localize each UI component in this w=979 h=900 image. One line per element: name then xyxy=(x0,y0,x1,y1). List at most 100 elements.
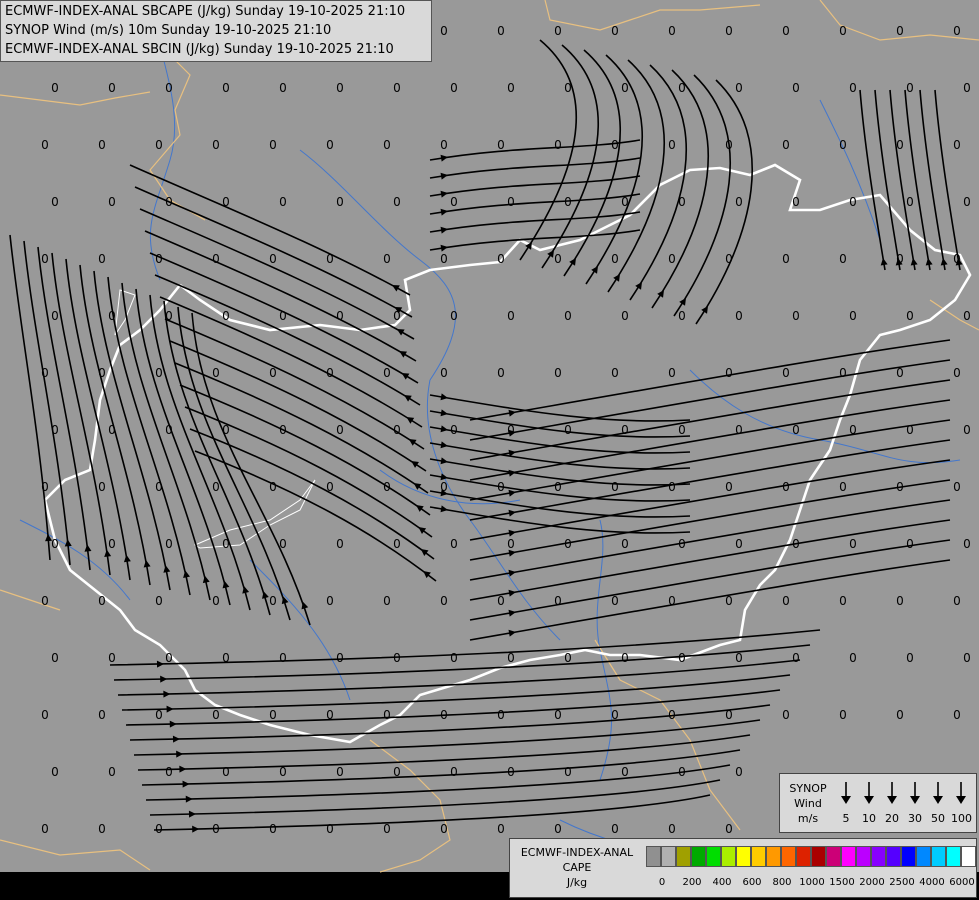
cape-value-label: 0 xyxy=(792,423,800,437)
cape-legend-tick: 1000 xyxy=(799,877,825,888)
cape-value-label: 0 xyxy=(906,309,914,323)
cape-value-label: 0 xyxy=(155,138,163,152)
cape-value-label: 0 xyxy=(611,708,619,722)
cape-value-label: 0 xyxy=(108,765,116,779)
cape-value-label: 0 xyxy=(668,594,676,608)
cape-value-label: 0 xyxy=(621,537,629,551)
cape-value-label: 0 xyxy=(564,81,572,95)
cape-value-label: 0 xyxy=(725,366,733,380)
cape-value-label: 0 xyxy=(611,822,619,836)
cape-value-label: 0 xyxy=(554,252,562,266)
cape-value-label: 0 xyxy=(497,480,505,494)
cape-value-label: 0 xyxy=(51,423,59,437)
cape-value-label: 0 xyxy=(554,366,562,380)
cape-value-label: 0 xyxy=(269,594,277,608)
wind-legend-speed: 50 xyxy=(931,812,945,825)
cape-value-label: 0 xyxy=(383,594,391,608)
cape-value-label: 0 xyxy=(269,822,277,836)
cape-value-label: 0 xyxy=(269,252,277,266)
cape-value-label: 0 xyxy=(212,594,220,608)
cape-color-swatch xyxy=(736,846,751,867)
cape-value-label: 0 xyxy=(725,822,733,836)
cape-value-label: 0 xyxy=(554,480,562,494)
cape-value-label: 0 xyxy=(212,822,220,836)
cape-value-label: 0 xyxy=(41,252,49,266)
cape-value-label: 0 xyxy=(963,651,971,665)
cape-value-label: 0 xyxy=(668,366,676,380)
cape-value-label: 0 xyxy=(725,252,733,266)
cape-value-label: 0 xyxy=(98,480,106,494)
cape-color-swatch xyxy=(841,846,856,867)
cape-color-swatch xyxy=(811,846,826,867)
cape-value-label: 0 xyxy=(383,708,391,722)
cape-value-label: 0 xyxy=(393,423,401,437)
cape-value-label: 0 xyxy=(839,366,847,380)
cape-value-label: 0 xyxy=(896,252,904,266)
cape-value-label: 0 xyxy=(383,138,391,152)
cape-color-swatch xyxy=(871,846,886,867)
cape-value-label: 0 xyxy=(906,537,914,551)
wind-legend-arrow-icon xyxy=(933,782,943,804)
cape-value-label: 0 xyxy=(896,594,904,608)
cape-value-label: 0 xyxy=(621,423,629,437)
cape-value-label: 0 xyxy=(564,195,572,209)
cape-value-label: 0 xyxy=(782,708,790,722)
cape-value-label: 0 xyxy=(906,423,914,437)
cape-value-label: 0 xyxy=(554,822,562,836)
cape-value-label: 0 xyxy=(906,195,914,209)
cape-value-label: 0 xyxy=(611,480,619,494)
cape-value-label: 0 xyxy=(165,309,173,323)
cape-value-label: 0 xyxy=(725,24,733,38)
cape-value-label: 0 xyxy=(326,594,334,608)
cape-value-label: 0 xyxy=(621,765,629,779)
cape-color-swatch xyxy=(931,846,946,867)
cape-value-label: 0 xyxy=(839,480,847,494)
cape-value-label: 0 xyxy=(108,423,116,437)
cape-legend-title-3: J/kg xyxy=(566,876,588,889)
cape-value-label: 0 xyxy=(108,651,116,665)
cape-value-label: 0 xyxy=(269,366,277,380)
cape-value-label: 0 xyxy=(155,594,163,608)
wind-legend-speed: 30 xyxy=(908,812,922,825)
cape-value-label: 0 xyxy=(450,309,458,323)
cape-value-label: 0 xyxy=(440,708,448,722)
cape-color-swatch xyxy=(946,846,961,867)
cape-value-label: 0 xyxy=(497,366,505,380)
cape-color-swatch xyxy=(706,846,721,867)
cape-value-label: 0 xyxy=(41,822,49,836)
wind-legend-title-3: m/s xyxy=(797,812,819,825)
cape-value-label: 0 xyxy=(326,480,334,494)
cape-legend-tick: 400 xyxy=(712,877,732,888)
cape-value-label: 0 xyxy=(839,594,847,608)
cape-value-label: 0 xyxy=(792,195,800,209)
title-cape: ECMWF-INDEX-ANAL SBCAPE (J/kg) Sunday 19… xyxy=(5,4,406,19)
cape-value-label: 0 xyxy=(953,24,961,38)
cape-value-label: 0 xyxy=(326,366,334,380)
cape-color-swatch xyxy=(961,846,976,867)
cape-value-label: 0 xyxy=(678,765,686,779)
wind-legend-speed: 10 xyxy=(862,812,876,825)
cape-value-label: 0 xyxy=(98,366,106,380)
cape-legend-tick: 600 xyxy=(742,877,762,888)
cape-value-label: 0 xyxy=(108,309,116,323)
cape-value-label: 0 xyxy=(383,252,391,266)
cape-value-label: 0 xyxy=(383,480,391,494)
cape-legend: ECMWF-INDEX-ANAL CAPE J/kg 0 200 400 600 800… xyxy=(509,838,977,898)
cape-color-swatch xyxy=(796,846,811,867)
wind-legend-speed: 100 xyxy=(951,812,972,825)
cape-value-label: 0 xyxy=(564,765,572,779)
cape-value-label: 0 xyxy=(41,366,49,380)
wind-legend-title-1: SYNOP xyxy=(789,782,827,795)
cape-color-swatch xyxy=(856,846,871,867)
cape-value-label: 0 xyxy=(393,765,401,779)
cape-value-label: 0 xyxy=(108,81,116,95)
cape-value-label: 0 xyxy=(222,309,230,323)
cape-value-label: 0 xyxy=(896,480,904,494)
cape-value-label: 0 xyxy=(668,708,676,722)
cape-value-label: 0 xyxy=(212,708,220,722)
cape-value-label: 0 xyxy=(554,24,562,38)
cape-value-label: 0 xyxy=(611,24,619,38)
cape-value-label: 0 xyxy=(279,765,287,779)
cape-value-label: 0 xyxy=(735,651,743,665)
cape-legend-tick: 0 xyxy=(658,877,666,888)
